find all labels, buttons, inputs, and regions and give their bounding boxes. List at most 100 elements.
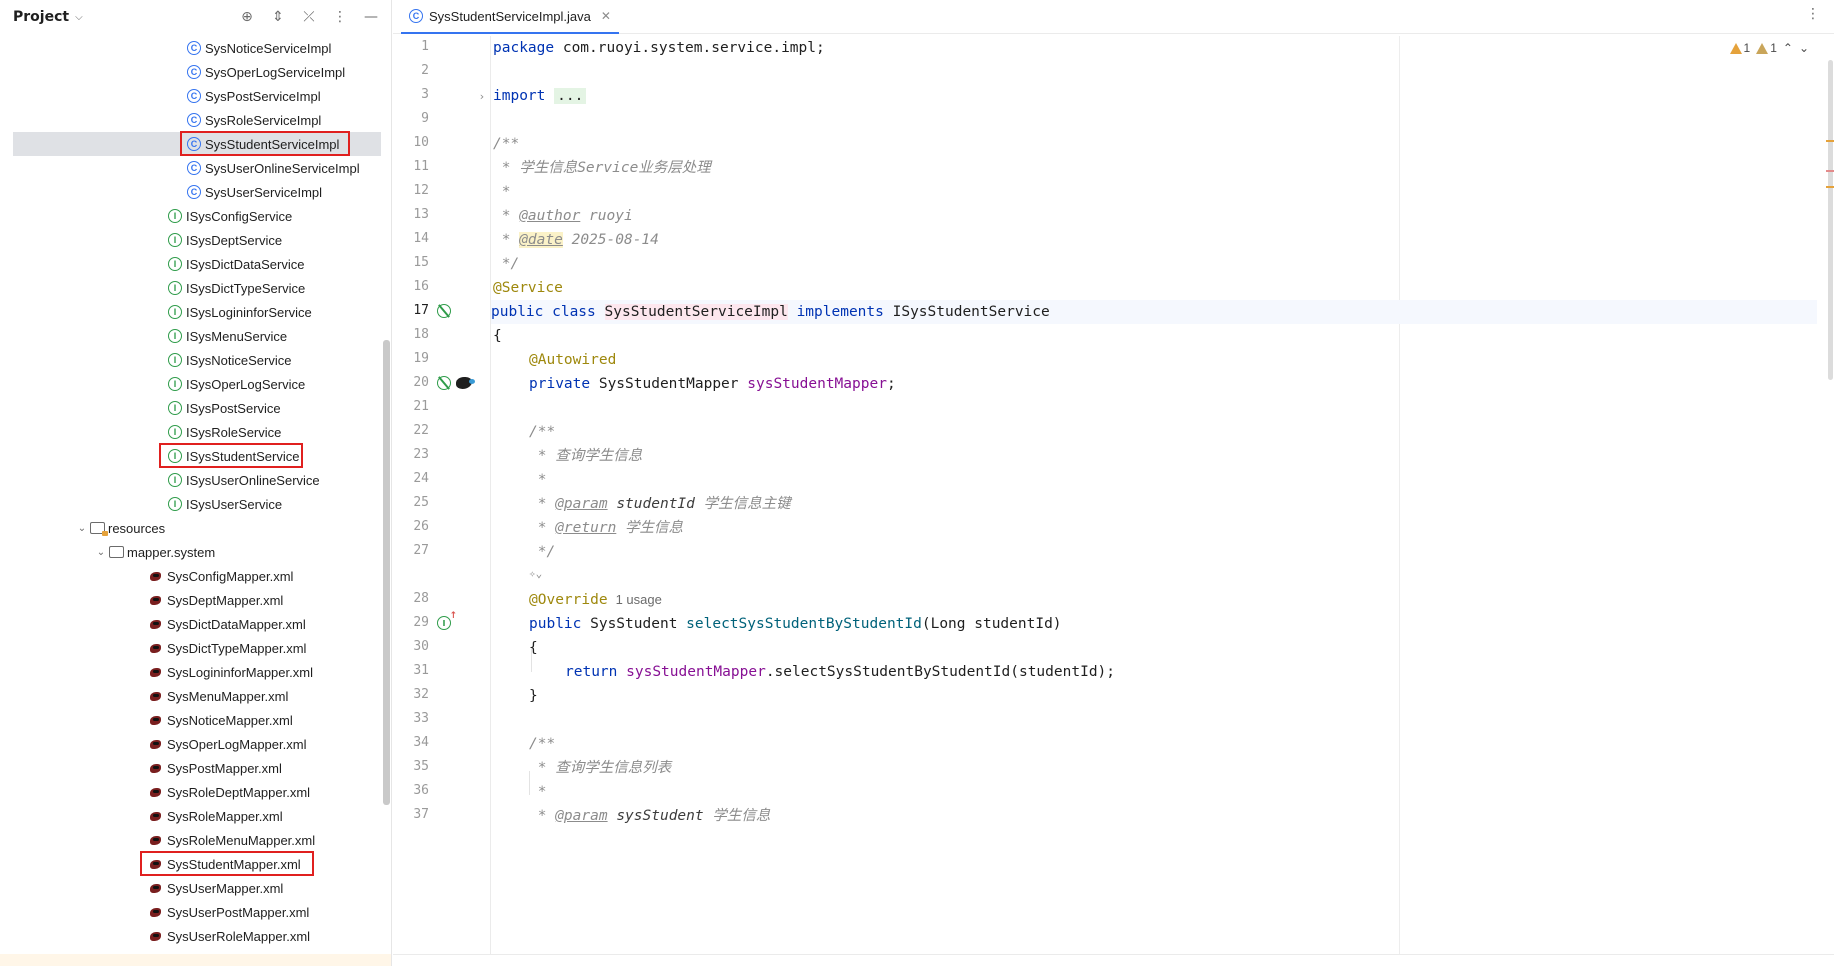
expand-arrow-icon[interactable]: ⌄ — [75, 523, 89, 534]
tree-item[interactable]: SysStudentMapper.xml — [0, 852, 382, 876]
warning-stripe[interactable] — [1826, 140, 1834, 142]
line-number[interactable]: 17 — [393, 303, 429, 318]
fold-expand-icon[interactable]: › — [473, 87, 491, 105]
tree-item[interactable]: SysUserPostMapper.xml — [0, 900, 382, 924]
tree-item[interactable]: C SysStudentServiceImpl — [13, 132, 381, 156]
tree-item[interactable]: I ISysMenuService — [0, 324, 382, 348]
tree-item[interactable]: SysRoleMapper.xml — [0, 804, 382, 828]
tree-item[interactable]: I ISysNoticeService — [0, 348, 382, 372]
line-number[interactable]: 19 — [393, 351, 429, 366]
tree-item[interactable]: SysUserRoleMapper.xml — [0, 924, 382, 948]
line-number[interactable]: 28 — [393, 591, 429, 606]
options-menu-icon[interactable]: ⋮ — [331, 8, 349, 26]
collapse-all-icon[interactable]: ⤫ — [300, 8, 318, 26]
line-number[interactable]: 1 — [393, 39, 429, 54]
line-number[interactable]: 37 — [393, 807, 429, 822]
line-number[interactable]: 23 — [393, 447, 429, 462]
line-number[interactable]: 3 — [393, 87, 429, 102]
line-number[interactable]: 12 — [393, 183, 429, 198]
line-number[interactable]: 36 — [393, 783, 429, 798]
line-number[interactable]: 14 — [393, 231, 429, 246]
line-number[interactable]: 29 — [393, 615, 429, 630]
mybatis-mapper-icon[interactable] — [455, 374, 475, 392]
tree-item[interactable]: ⌄ mapper.system — [0, 540, 382, 564]
tree-item[interactable]: I ISysDeptService — [0, 228, 382, 252]
tree-scrollbar[interactable] — [383, 340, 390, 805]
line-number[interactable]: 9 — [393, 111, 429, 126]
tree-item[interactable]: C SysRoleServiceImpl — [0, 108, 382, 132]
implements-method-icon[interactable]: I — [435, 611, 457, 632]
tree-item[interactable]: I ISysPostService — [0, 396, 382, 420]
tree-item[interactable]: SysDeptMapper.xml — [0, 588, 382, 612]
line-number[interactable]: 26 — [393, 519, 429, 534]
line-number[interactable]: 35 — [393, 759, 429, 774]
import-fold[interactable]: ... — [554, 88, 587, 104]
previous-highlight-icon[interactable]: ⌃ — [1783, 41, 1793, 55]
locate-file-icon[interactable]: ⊕ — [238, 8, 256, 26]
tab-sysstudentserviceimpl[interactable]: C SysStudentServiceImpl.java ✕ — [401, 0, 619, 34]
tree-item[interactable]: C SysUserOnlineServiceImpl — [0, 156, 382, 180]
close-icon[interactable]: ✕ — [601, 9, 611, 23]
tree-item[interactable]: I ISysConfigService — [0, 204, 382, 228]
line-number[interactable]: 34 — [393, 735, 429, 750]
spring-bean-icon[interactable] — [435, 302, 453, 320]
tree-item[interactable]: I ISysUserOnlineService — [0, 468, 382, 492]
line-number[interactable]: 25 — [393, 495, 429, 510]
line-number[interactable]: 11 — [393, 159, 429, 174]
tree-item[interactable]: SysPostMapper.xml — [0, 756, 382, 780]
tree-item[interactable]: I ISysDictDataService — [0, 252, 382, 276]
tree-item[interactable]: ⌄ resources — [0, 516, 382, 540]
chevron-down-icon[interactable]: ⌵ — [75, 12, 83, 23]
line-number[interactable]: 13 — [393, 207, 429, 222]
tree-item[interactable]: I ISysUserService — [0, 492, 382, 516]
tree-item[interactable]: C SysPostServiceImpl — [0, 84, 382, 108]
tree-item[interactable]: I ISysDictTypeService — [0, 276, 382, 300]
warning-indicator[interactable]: 1 — [1729, 41, 1750, 55]
line-number[interactable]: 21 — [393, 399, 429, 414]
tree-item[interactable]: C SysOperLogServiceImpl — [0, 60, 382, 84]
tree-item[interactable]: SysDictTypeMapper.xml — [0, 636, 382, 660]
line-number[interactable]: 2 — [393, 63, 429, 78]
line-number[interactable]: 22 — [393, 423, 429, 438]
hide-panel-icon[interactable]: — — [362, 8, 380, 26]
expand-all-icon[interactable]: ⇕ — [269, 8, 287, 26]
editor-scrollbar[interactable] — [1828, 60, 1833, 380]
warning-stripe[interactable] — [1826, 186, 1834, 188]
tree-item[interactable]: SysRoleMenuMapper.xml — [0, 828, 382, 852]
spring-bean-icon[interactable] — [435, 374, 453, 392]
expand-arrow-icon[interactable]: ⌄ — [94, 547, 108, 558]
line-number[interactable]: 20 — [393, 375, 429, 390]
line-number[interactable]: 30 — [393, 639, 429, 654]
tree-item[interactable]: SysLogininforMapper.xml — [0, 660, 382, 684]
tree-item[interactable]: SysConfigMapper.xml — [0, 564, 382, 588]
tree-item[interactable]: SysNoticeMapper.xml — [0, 708, 382, 732]
tree-item[interactable]: SysRoleDeptMapper.xml — [0, 780, 382, 804]
weak-warning-indicator[interactable]: 1 — [1756, 41, 1777, 55]
tree-item[interactable]: C SysUserServiceImpl — [0, 180, 382, 204]
line-number[interactable]: 10 — [393, 135, 429, 150]
line-number[interactable]: 18 — [393, 327, 429, 342]
line-number[interactable]: 32 — [393, 687, 429, 702]
tree-item[interactable]: I ISysOperLogService — [0, 372, 382, 396]
tree-item[interactable]: SysUserMapper.xml — [0, 876, 382, 900]
ai-hint-icon[interactable]: ✧⌄ — [529, 562, 542, 586]
tree-item[interactable]: I ISysRoleService — [0, 420, 382, 444]
line-number[interactable]: 24 — [393, 471, 429, 486]
line-number[interactable]: 27 — [393, 543, 429, 558]
tree-item[interactable]: SysDictDataMapper.xml — [0, 612, 382, 636]
inspection-widget[interactable]: 1 1 ⌃ ⌄ — [1729, 41, 1809, 55]
error-stripe[interactable] — [1826, 170, 1834, 172]
code-area[interactable]: package com.ruoyi.system.service.impl; i… — [491, 36, 1823, 954]
project-title[interactable]: Project — [13, 9, 69, 25]
tree-item[interactable]: I ISysLogininforService — [0, 300, 382, 324]
usage-inlay-hint[interactable]: 1 usage — [616, 592, 662, 607]
line-number[interactable]: 33 — [393, 711, 429, 726]
tree-item[interactable]: I ISysStudentService — [0, 444, 382, 468]
tree-item[interactable]: SysOperLogMapper.xml — [0, 732, 382, 756]
next-highlight-icon[interactable]: ⌄ — [1799, 41, 1809, 55]
more-tabs-icon[interactable]: ⋮ — [1806, 6, 1820, 22]
tree-item[interactable]: SysMenuMapper.xml — [0, 684, 382, 708]
line-number[interactable]: 15 — [393, 255, 429, 270]
line-number[interactable]: 31 — [393, 663, 429, 678]
tree-item[interactable]: C SysNoticeServiceImpl — [0, 36, 382, 60]
